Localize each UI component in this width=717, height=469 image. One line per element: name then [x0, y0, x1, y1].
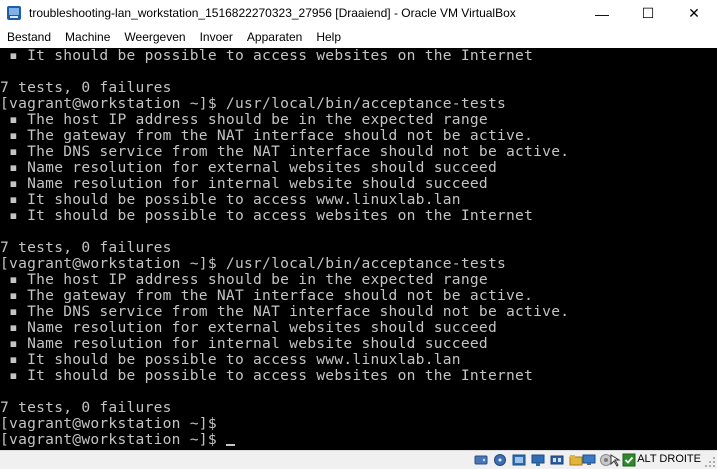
shared-folders-icon[interactable] [569, 453, 583, 467]
console-line: 7 tests, 0 failures [0, 79, 172, 96]
console-line: [vagrant@workstation ~]$ /usr/local/bin/… [0, 255, 507, 272]
vm-console[interactable]: ▪ It should be possible to access websit… [0, 48, 717, 450]
host-key-label: ALT DROITE [637, 453, 701, 465]
keyboard-capture-icon[interactable] [622, 453, 636, 467]
console-line: [vagrant@workstation ~]$ [0, 415, 217, 432]
menu-help[interactable]: Help [309, 27, 348, 48]
menu-invoer[interactable]: Invoer [193, 27, 240, 48]
console-prompt-line: [vagrant@workstation ~]$ [0, 432, 235, 448]
network-icon[interactable] [531, 453, 545, 467]
console-line: ▪ Name resolution for external websites … [0, 319, 497, 336]
window-title: troubleshooting-lan_workstation_15168222… [29, 6, 516, 20]
status-bar: ALT DROITE [0, 450, 717, 469]
close-button[interactable]: ✕ [671, 0, 717, 27]
console-line: ▪ It should be possible to access websit… [0, 367, 534, 384]
menu-bestand[interactable]: Bestand [0, 27, 58, 48]
virtualbox-icon [7, 6, 21, 20]
resize-grip-icon[interactable] [704, 456, 716, 468]
menu-bar: Bestand Machine Weergeven Invoer Apparat… [0, 27, 717, 48]
minimize-button[interactable]: — [579, 0, 625, 27]
console-line: ▪ Name resolution for internal website s… [0, 175, 488, 192]
menu-weergeven[interactable]: Weergeven [117, 27, 192, 48]
console-line: ▪ The host IP address should be in the e… [0, 271, 488, 288]
console-prompt: [vagrant@workstation ~]$ [0, 431, 226, 448]
console-line: ▪ It should be possible to access websit… [0, 48, 534, 64]
audio-icon[interactable] [512, 453, 526, 467]
console-line: [vagrant@workstation ~]$ /usr/local/bin/… [0, 95, 507, 112]
console-line: 7 tests, 0 failures [0, 239, 172, 256]
console-line: ▪ It should be possible to access www.li… [0, 191, 461, 208]
console-line: ▪ It should be possible to access www.li… [0, 351, 461, 368]
window-titlebar[interactable]: troubleshooting-lan_workstation_15168222… [0, 0, 717, 27]
maximize-button[interactable]: ☐ [625, 0, 671, 27]
console-line: ▪ The DNS service from the NAT interface… [0, 303, 570, 320]
console-line: ▪ The host IP address should be in the e… [0, 111, 488, 128]
console-line: ▪ Name resolution for external websites … [0, 159, 497, 176]
usb-icon[interactable] [550, 453, 564, 467]
console-line: ▪ The gateway from the NAT interface sho… [0, 287, 534, 304]
display-icon[interactable] [582, 453, 596, 467]
console-line: 7 tests, 0 failures [0, 399, 172, 416]
console-line: ▪ The DNS service from the NAT interface… [0, 143, 570, 160]
hard-disk-icon[interactable] [474, 453, 488, 467]
mouse-integration-icon[interactable] [608, 453, 622, 467]
menu-machine[interactable]: Machine [58, 27, 117, 48]
text-cursor [225, 444, 235, 446]
menu-apparaten[interactable]: Apparaten [240, 27, 309, 48]
console-line: ▪ Name resolution for internal website s… [0, 335, 488, 352]
console-line: ▪ It should be possible to access websit… [0, 207, 534, 224]
optical-drive-icon[interactable] [493, 453, 507, 467]
console-line: ▪ The gateway from the NAT interface sho… [0, 127, 534, 144]
